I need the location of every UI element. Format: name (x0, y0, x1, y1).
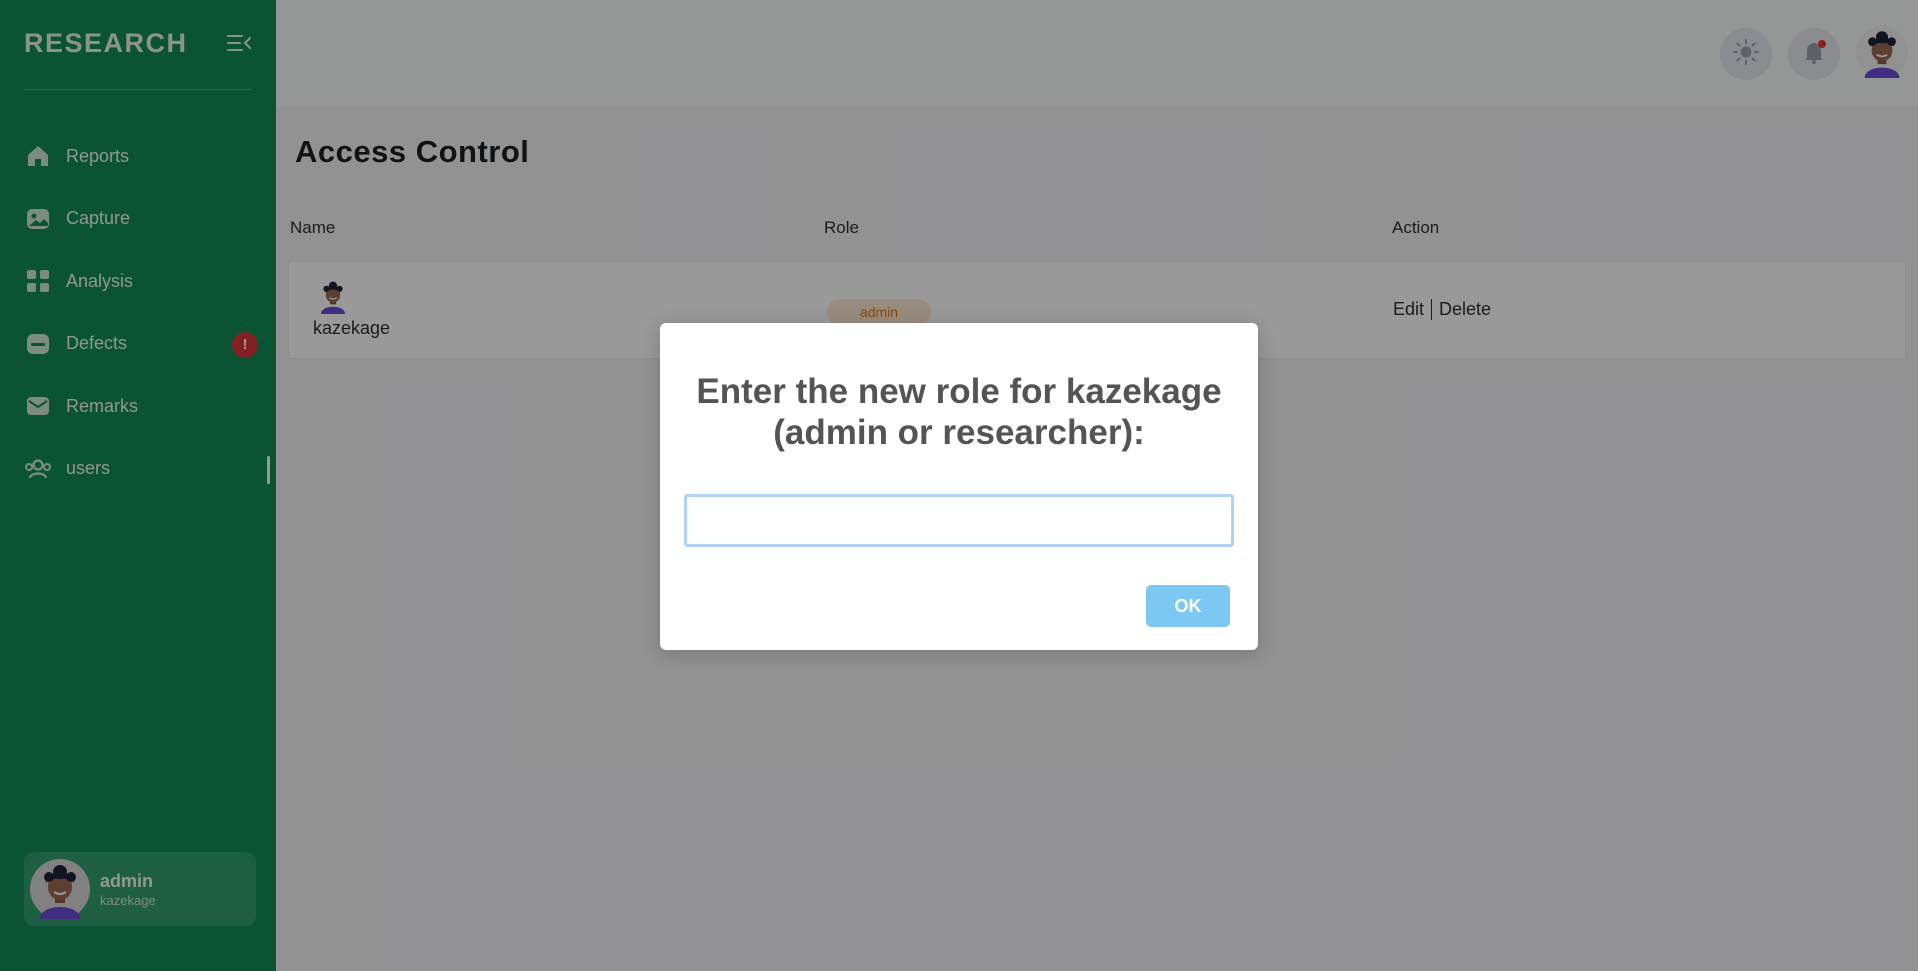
ok-button[interactable]: OK (1146, 585, 1230, 627)
role-input[interactable] (684, 494, 1234, 547)
prompt-dialog: Enter the new role for kazekage (admin o… (660, 323, 1258, 650)
dialog-title: Enter the new role for kazekage (admin o… (696, 372, 1222, 452)
